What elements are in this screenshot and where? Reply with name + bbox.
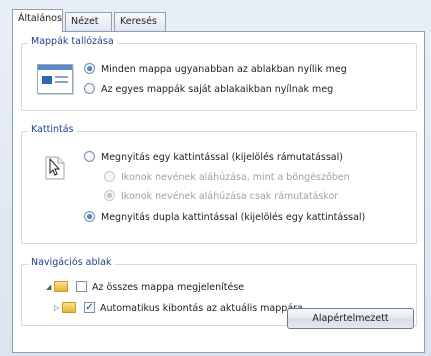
tab-view[interactable]: Nézet xyxy=(65,12,112,31)
radio-double-click[interactable]: Megnyitás dupla kattintással (kijelölés … xyxy=(84,210,365,225)
radio-single-click[interactable]: Megnyitás egy kattintással (kijelölés rá… xyxy=(84,150,343,165)
checkbox-icon[interactable] xyxy=(76,281,87,292)
click-items-title: Kattintás xyxy=(28,124,77,135)
navigation-pane-title: Navigációs ablak xyxy=(28,257,115,268)
folder-window-icon xyxy=(37,64,73,94)
radio-own-window-label: Az egyes mappák saját ablakaikban nyílna… xyxy=(101,84,334,95)
radio-own-window[interactable]: Az egyes mappák saját ablakaikban nyílna… xyxy=(84,82,333,97)
tree-collapsed-arrow-icon: ▷ xyxy=(54,304,60,312)
radio-button-disabled-selected-icon[interactable] xyxy=(104,190,115,201)
radio-double-click-label: Megnyitás dupla kattintással (kijelölés … xyxy=(101,212,366,223)
radio-underline-hover[interactable]: Ikonok nevének aláhúzása csak rámutatásk… xyxy=(104,189,338,204)
checkbox-auto-expand-label: Automatikus kibontás az aktuális mappára xyxy=(100,303,303,314)
checkbox-show-all-folders[interactable]: ◢ Az összes mappa megjelenítése xyxy=(46,280,244,295)
radio-underline-hover-label: Ikonok nevének aláhúzása csak rámutatásk… xyxy=(121,191,339,202)
radio-button-icon[interactable] xyxy=(84,151,95,162)
radio-underline-browser[interactable]: Ikonok nevének aláhúzása, mint a böngész… xyxy=(104,170,350,185)
radio-button-selected-icon[interactable] xyxy=(84,211,95,222)
folder-icon xyxy=(54,281,68,292)
checkbox-show-all-folders-label: Az összes mappa megjelenítése xyxy=(92,282,245,293)
restore-defaults-button[interactable]: Alapértelmezett xyxy=(287,308,414,329)
folder-icon xyxy=(62,302,76,313)
radio-button-icon[interactable] xyxy=(84,83,95,94)
checkbox-auto-expand[interactable]: ▷ ✓ Automatikus kibontás az aktuális mappá… xyxy=(54,301,303,316)
browse-folders-title: Mappák tallózása xyxy=(28,36,117,47)
folder-options-dialog: Általános Nézet Keresés Mappák tallózása… xyxy=(0,0,431,356)
radio-button-disabled-icon[interactable] xyxy=(104,171,115,182)
radio-underline-browser-label: Ikonok nevének aláhúzása, mint a böngész… xyxy=(121,172,350,183)
radio-button-selected-icon[interactable] xyxy=(84,63,95,74)
radio-same-window[interactable]: Minden mappa ugyanabban az ablakban nyíl… xyxy=(84,62,347,77)
tab-search[interactable]: Keresés xyxy=(114,12,166,31)
checkbox-checked-icon[interactable]: ✓ xyxy=(84,302,95,313)
tab-general[interactable]: Általános xyxy=(12,9,63,32)
click-items-group: Kattintás Megnyitás egy kattintással (ki… xyxy=(21,124,417,244)
cursor-click-icon xyxy=(45,156,65,180)
tab-panel-general: Mappák tallózása Minden mappa ugyanabban… xyxy=(12,31,425,353)
radio-single-click-label: Megnyitás egy kattintással (kijelölés rá… xyxy=(101,152,343,163)
browse-folders-group: Mappák tallózása Minden mappa ugyanabban… xyxy=(21,36,417,111)
radio-same-window-label: Minden mappa ugyanabban az ablakban nyíl… xyxy=(101,64,347,75)
tree-expanded-arrow-icon: ◢ xyxy=(46,283,52,291)
